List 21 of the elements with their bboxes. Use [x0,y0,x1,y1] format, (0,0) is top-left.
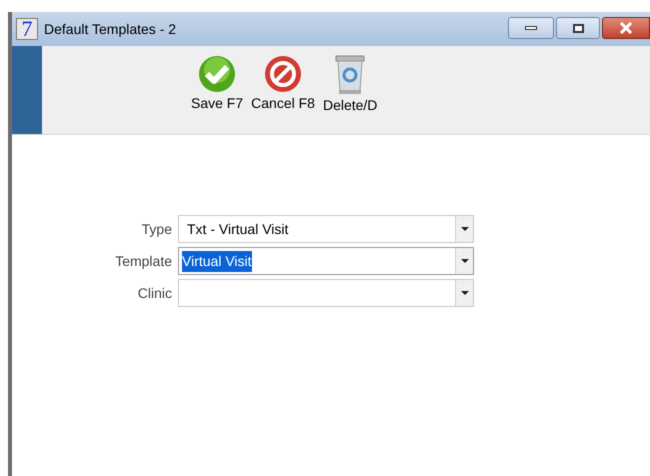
dropdown-arrow-icon [460,291,468,295]
prohibited-icon [264,55,302,93]
field-label: Type [140,220,172,239]
dropdown-field[interactable] [178,279,474,307]
minimize-button[interactable] [508,17,554,39]
field-label: Clinic [136,284,172,302]
dropdown-field[interactable]: Virtual Visit [178,247,474,275]
save-button[interactable]: Save F7 [188,55,246,112]
checkmark-icon [198,55,236,93]
field-label: Template [114,252,172,271]
delete-button[interactable]: Delete/D [320,55,380,114]
close-button[interactable] [602,17,650,39]
recycle-bin-icon [335,55,366,95]
maximize-button[interactable] [556,17,600,39]
cancel-button[interactable]: Cancel F8 [248,55,318,112]
close-icon [619,22,633,34]
dropdown-arrow-icon [460,227,468,231]
app-icon: 7 [16,18,38,40]
window-title: Default Templates - 2 [44,20,176,39]
dropdown-arrow-icon [460,259,468,263]
dropdown-field[interactable]: Txt - Virtual Visit [178,215,474,243]
